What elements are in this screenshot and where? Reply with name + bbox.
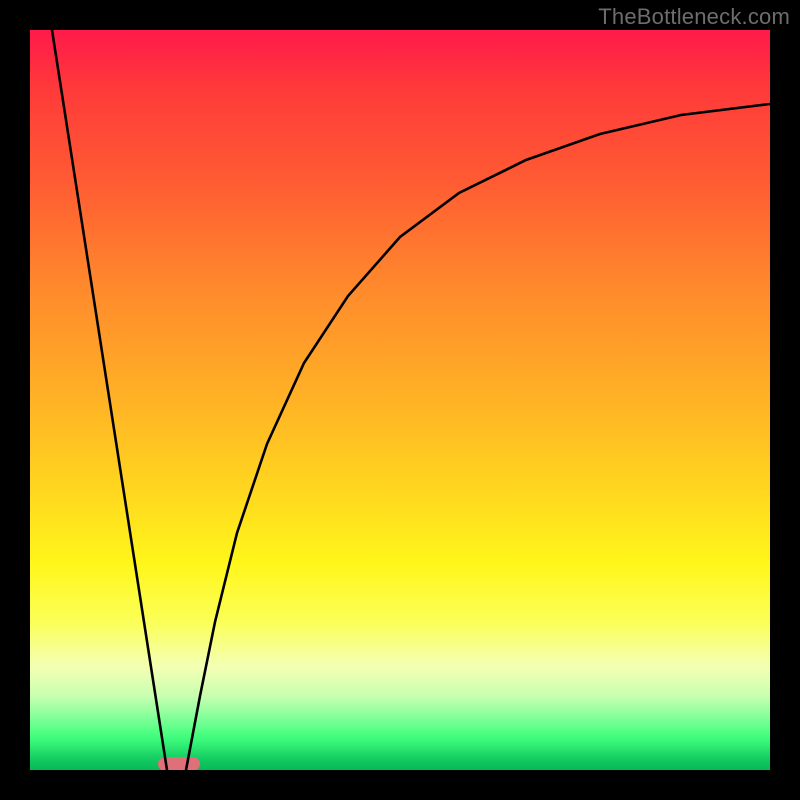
- watermark-text: TheBottleneck.com: [598, 4, 790, 30]
- chart-frame: TheBottleneck.com: [0, 0, 800, 800]
- curve-layer: [30, 30, 770, 770]
- left-line: [52, 30, 167, 770]
- right-curve: [186, 104, 770, 770]
- plot-area: [30, 30, 770, 770]
